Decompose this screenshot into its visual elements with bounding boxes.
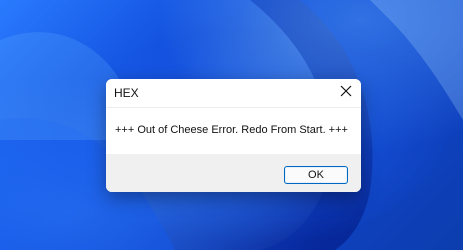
close-button[interactable] [338,85,354,101]
dialog-content: +++ Out of Cheese Error. Redo From Start… [106,108,361,154]
message-dialog: HEX +++ Out of Cheese Error. Redo From S… [106,79,361,192]
error-message: +++ Out of Cheese Error. Redo From Start… [115,124,348,136]
dialog-titlebar: HEX [106,79,361,108]
dialog-footer: OK [106,154,361,192]
ok-button[interactable]: OK [284,166,348,184]
close-icon [340,84,352,102]
dialog-title: HEX [114,86,139,100]
